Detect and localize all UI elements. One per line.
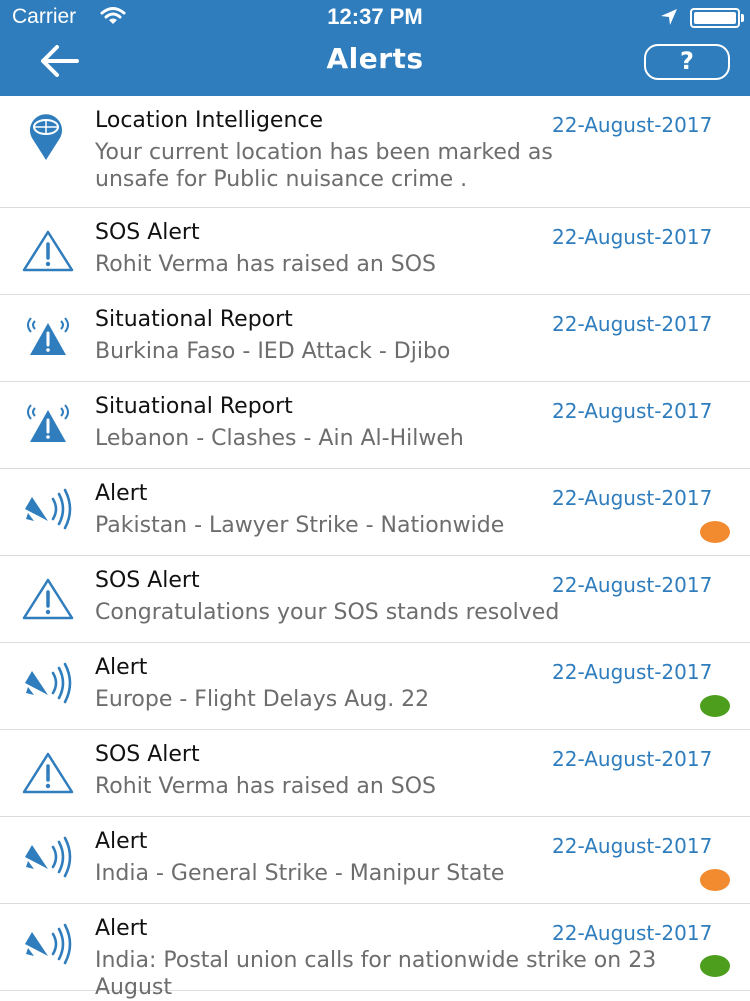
alert-title: Alert: [95, 829, 148, 854]
warning-triangle-icon: [22, 748, 76, 796]
alert-row[interactable]: Location Intelligence Your current locati…: [0, 96, 750, 208]
alert-title: Situational Report: [95, 307, 293, 332]
alert-row[interactable]: Alert Pakistan - Lawyer Strike - Nationwi…: [0, 469, 750, 556]
battery-icon: [690, 8, 744, 28]
broadcast-warning-icon: [22, 400, 76, 448]
status-dot: [700, 869, 730, 891]
alert-row[interactable]: SOS Alert Congratulations your SOS stands…: [0, 556, 750, 643]
alert-date: 22-August-2017: [552, 660, 713, 684]
alert-row[interactable]: SOS Alert Rohit Verma has raised an SOS 22…: [0, 208, 750, 295]
status-dot: [700, 695, 730, 717]
warning-triangle-icon: [22, 226, 76, 274]
alert-title: SOS Alert: [95, 568, 200, 593]
alert-date: 22-August-2017: [552, 113, 713, 137]
alert-date: 22-August-2017: [552, 312, 713, 336]
alert-message: Burkina Faso - IED Attack - Djibo: [95, 339, 451, 364]
alert-date: 22-August-2017: [552, 486, 713, 510]
alert-message: India - General Strike - Manipur State: [95, 861, 505, 886]
alert-row[interactable]: Situational Report Lebanon - Clashes - Ai…: [0, 382, 750, 469]
broadcast-warning-icon: [22, 313, 76, 361]
alert-message: Rohit Verma has raised an SOS: [95, 774, 437, 799]
alert-date: 22-August-2017: [552, 921, 713, 945]
status-dot: [700, 521, 730, 543]
alert-message: Rohit Verma has raised an SOS: [95, 252, 437, 277]
status-dot: [700, 955, 730, 977]
alert-message: Lebanon - Clashes - Ain Al-Hilweh: [95, 426, 464, 451]
alert-date: 22-August-2017: [552, 399, 713, 423]
alert-title: Situational Report: [95, 394, 293, 419]
alert-title: Location Intelligence: [95, 108, 324, 133]
alert-title: Alert: [95, 655, 148, 680]
alert-title: Alert: [95, 481, 148, 506]
alert-message: Congratulations your SOS stands resolved: [95, 600, 560, 625]
alert-title: Alert: [95, 916, 148, 941]
alert-message: India: Postal union calls for nationwide…: [95, 948, 657, 1000]
alert-row[interactable]: Situational Report Burkina Faso - IED Att…: [0, 295, 750, 382]
alert-date: 22-August-2017: [552, 834, 713, 858]
bell-sound-icon: [22, 661, 76, 709]
alert-title: SOS Alert: [95, 220, 200, 245]
alert-list: Location Intelligence Your current locati…: [0, 96, 750, 1000]
alert-row[interactable]: Alert India - General Strike - Manipur St…: [0, 817, 750, 904]
location-pin-icon: [22, 114, 76, 162]
alert-date: 22-August-2017: [552, 573, 713, 597]
app-header: Carrier 12:37 PM Alerts ?: [0, 0, 750, 96]
bell-sound-icon: [22, 487, 76, 535]
alert-title: SOS Alert: [95, 742, 200, 767]
page-title: Alerts: [326, 42, 424, 75]
alert-row[interactable]: Alert India: Postal union calls for natio…: [0, 904, 750, 1000]
alert-message: Your current location has been marked as…: [95, 140, 553, 192]
alert-date: 22-August-2017: [552, 747, 713, 771]
bell-sound-icon: [22, 835, 76, 883]
location-arrow-icon: [660, 8, 678, 32]
alert-date: 22-August-2017: [552, 225, 713, 249]
clock: 12:37 PM: [327, 4, 423, 29]
help-button[interactable]: ?: [644, 44, 730, 80]
alert-message: Europe - Flight Delays Aug. 22: [95, 687, 430, 712]
status-bar: Carrier 12:37 PM: [0, 0, 750, 32]
warning-triangle-icon: [22, 574, 76, 622]
bell-sound-icon: [22, 922, 76, 970]
alert-row[interactable]: SOS Alert Rohit Verma has raised an SOS 22…: [0, 730, 750, 817]
alert-row[interactable]: Alert Europe - Flight Delays Aug. 22 22-Au…: [0, 643, 750, 730]
alert-message: Pakistan - Lawyer Strike - Nationwide: [95, 513, 505, 538]
